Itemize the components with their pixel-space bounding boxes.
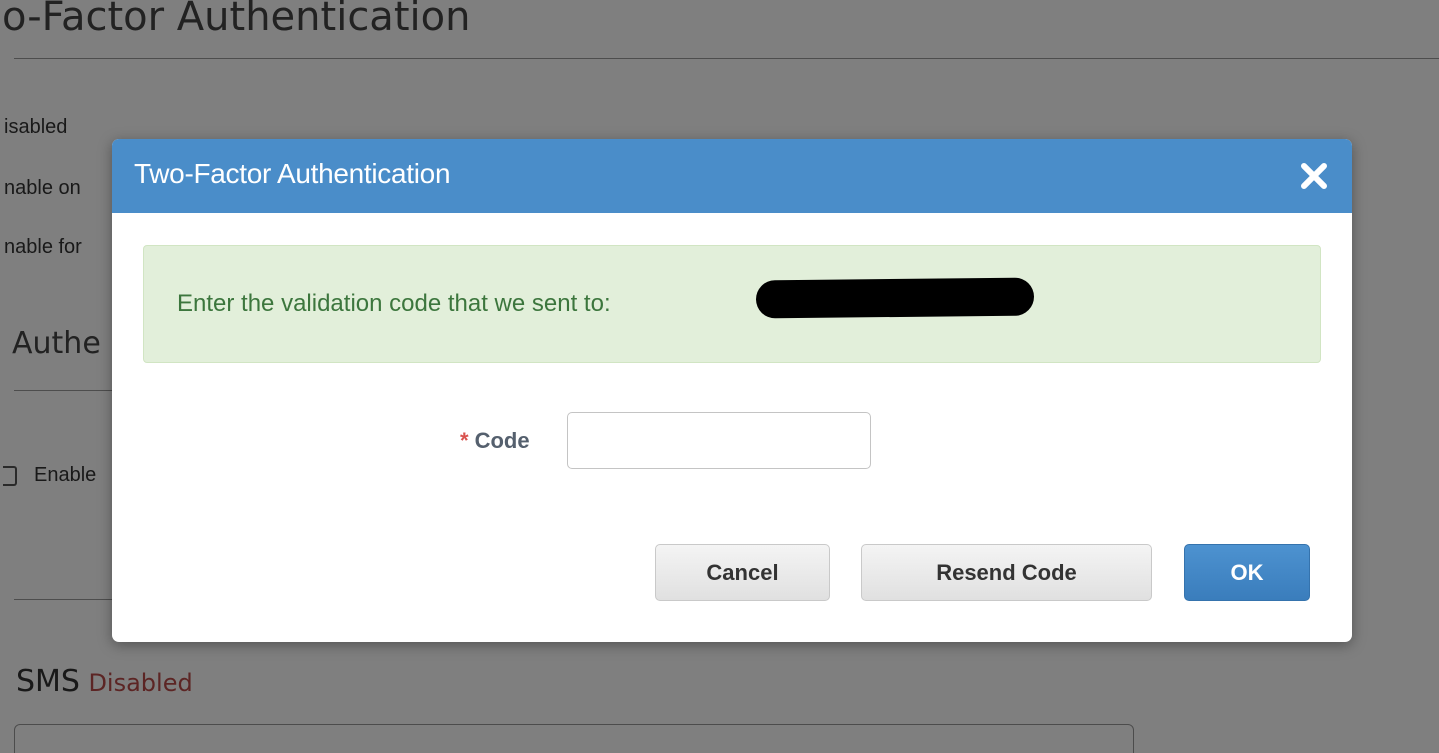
alert-message: Enter the validation code that we sent t… xyxy=(177,290,611,317)
required-marker: * xyxy=(460,428,469,453)
ok-button[interactable]: OK xyxy=(1184,544,1310,601)
close-button[interactable] xyxy=(1295,157,1333,195)
screen: o-Factor Authentication isabled nable on… xyxy=(0,0,1439,753)
code-input[interactable] xyxy=(567,412,871,469)
close-icon xyxy=(1301,163,1327,189)
validation-alert: Enter the validation code that we sent t… xyxy=(143,245,1321,363)
redacted-phone-number xyxy=(755,277,1035,319)
resend-code-button[interactable]: Resend Code xyxy=(861,544,1152,601)
code-field-label: * Code xyxy=(460,428,530,454)
code-label-text: Code xyxy=(474,428,530,453)
dialog-title: Two-Factor Authentication xyxy=(134,158,451,189)
dialog-header: Two-Factor Authentication xyxy=(112,139,1352,213)
cancel-button[interactable]: Cancel xyxy=(655,544,830,601)
two-factor-dialog: Two-Factor Authentication Enter the vali… xyxy=(112,139,1352,642)
